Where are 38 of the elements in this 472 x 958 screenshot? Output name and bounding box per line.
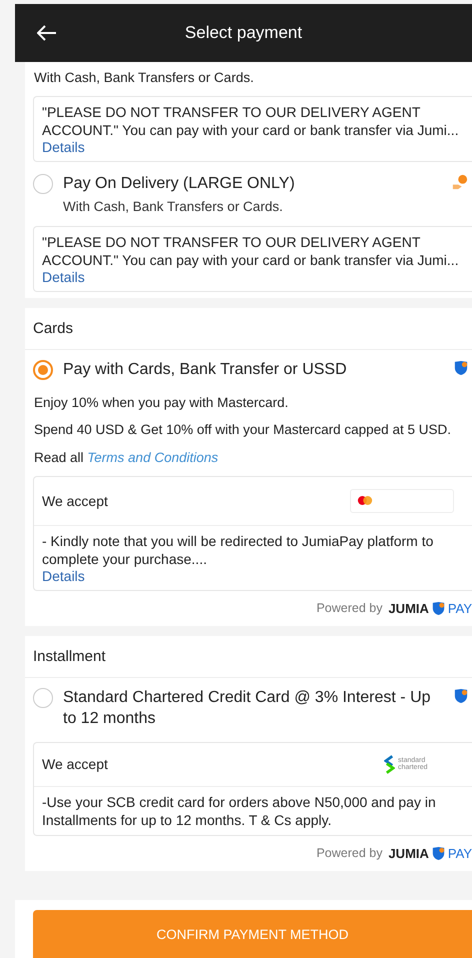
we-accept-label: We accept (42, 492, 108, 509)
option-label[interactable]: Pay with Cards, Bank Transfer or USSD (63, 360, 444, 381)
details-link[interactable]: Details (42, 269, 85, 286)
brand-suffix: PAY (448, 600, 472, 616)
notice-text: "PLEASE DO NOT TRANSFER TO OUR DELIVERY AGENT ACCOUNT." You can pay with your card or bank transfer via Jumi... (42, 232, 460, 270)
powered-by-text: Powered by (316, 601, 382, 616)
info-text: - Kindly note that you will be redirected to JumiaPay platform to complete your purchase.... (42, 532, 434, 568)
we-accept-label: We accept (42, 756, 108, 772)
description-text: With Cash, Bank Transfers or Cards. (33, 69, 255, 87)
notice-text: "PLEASE DO NOT TRANSFER TO OUR DELIVERY AGENT ACCOUNT." You can pay with your card or bank transfer via Jumi... (42, 102, 460, 139)
option-subtitle: With Cash, Bank Transfers or Cards. (63, 198, 284, 214)
radio-button[interactable] (33, 688, 53, 708)
description-text: Enjoy 10% when you pay with Mastercard. (33, 394, 290, 412)
radio-button[interactable] (33, 360, 53, 380)
radio-button[interactable] (33, 174, 53, 194)
section-title: Installment (25, 636, 472, 678)
brand-name: JUMIA (388, 600, 429, 616)
brand-suffix: PAY (448, 846, 472, 861)
section-title: Cards (25, 308, 472, 350)
page-title: Select payment (184, 23, 302, 43)
back-arrow-icon[interactable] (37, 25, 57, 41)
shield-icon (432, 600, 445, 616)
terms-link[interactable]: Terms and Conditions (87, 450, 218, 466)
info-text: -Use your SCB credit card for orders above N50,000 and pay in Installments for up to 12 months. T & Cs apply. (42, 792, 437, 829)
details-link[interactable]: Details (42, 138, 85, 155)
terms-text: Read all Terms and Conditions (33, 449, 220, 468)
option-label[interactable]: Standard Chartered Credit Card @ 3% Interest - Up to 12 months (63, 688, 444, 730)
powered-by-text: Powered by (316, 846, 382, 860)
shield-icon (432, 846, 445, 861)
details-link[interactable]: Details (42, 568, 85, 584)
description-text: Spend 40 USD & Get 10% off with your Mastercard capped at 5 USD. (33, 421, 452, 440)
shield-icon (454, 360, 468, 376)
mastercard-icon (357, 495, 373, 506)
coin-icon (452, 174, 468, 190)
shield-icon (454, 688, 468, 704)
bank-logo-icon (384, 754, 395, 774)
brand-name: JUMIA (388, 846, 429, 861)
option-label[interactable]: Pay On Delivery (LARGE ONLY) (63, 174, 442, 195)
